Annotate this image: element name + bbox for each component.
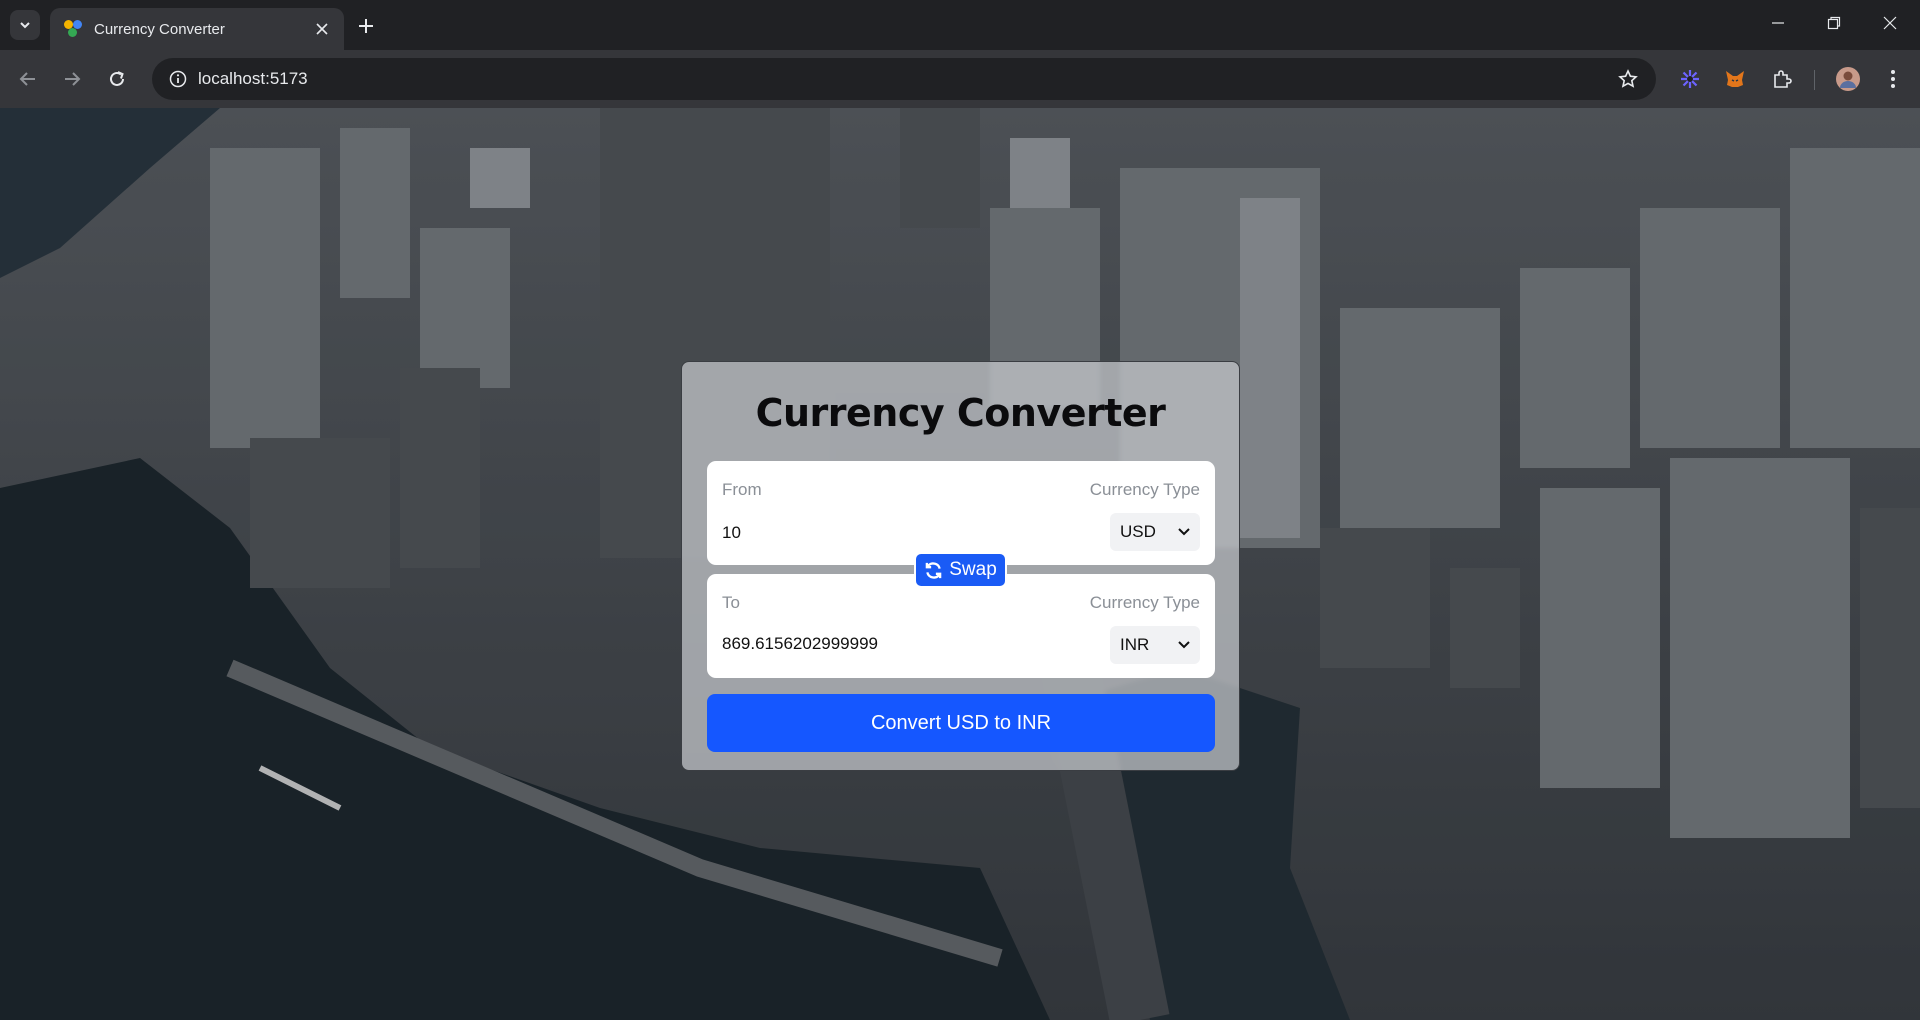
from-amount-input[interactable]: 10 — [722, 517, 1022, 549]
browser-menu-button[interactable] — [1878, 64, 1908, 94]
tab-title: Currency Converter — [94, 20, 225, 38]
converter-card: Currency Converter From Currency Type 10… — [681, 361, 1240, 771]
arrow-right-icon — [65, 72, 81, 86]
tab-search-button[interactable] — [10, 10, 40, 40]
refresh-icon — [925, 561, 942, 579]
to-amount-input[interactable]: 869.6156202999999 — [722, 628, 1022, 660]
from-currency-type-label: Currency Type — [1089, 480, 1200, 499]
extension-puzzle-burst-icon[interactable] — [1675, 64, 1705, 94]
convert-button[interactable]: Convert USD to INR — [707, 694, 1215, 752]
arrow-left-icon — [19, 72, 35, 86]
browser-toolbar: localhost:5173 — [0, 50, 1920, 108]
close-icon — [1883, 16, 1897, 30]
address-bar[interactable]: localhost:5173 — [152, 58, 1656, 100]
to-currency-value: INR — [1120, 635, 1150, 654]
reload-icon — [110, 71, 124, 86]
back-button[interactable] — [13, 64, 43, 94]
chevron-down-icon — [20, 22, 30, 29]
toolbar-divider — [1814, 70, 1815, 90]
more-vert-icon — [1891, 70, 1895, 88]
site-info-icon[interactable] — [158, 58, 198, 100]
plus-icon — [359, 19, 373, 33]
to-label: To — [722, 593, 740, 612]
to-currency-type-label: Currency Type — [1089, 593, 1200, 612]
restore-button[interactable] — [1806, 0, 1862, 46]
from-currency-select[interactable]: USD — [1110, 513, 1200, 551]
metamask-fox-icon[interactable] — [1720, 64, 1750, 94]
to-currency-select[interactable]: INR — [1110, 626, 1200, 664]
extensions-puzzle-icon[interactable] — [1767, 64, 1797, 94]
browser-tab[interactable]: Currency Converter — [50, 8, 344, 50]
restore-icon — [1827, 16, 1841, 30]
tab-close-button[interactable] — [312, 19, 332, 39]
reload-button[interactable] — [102, 64, 132, 94]
from-field-box: From Currency Type 10 USD — [707, 461, 1215, 565]
url-text[interactable]: localhost:5173 — [198, 69, 1608, 89]
close-icon — [316, 23, 328, 35]
page-title: Currency Converter — [755, 391, 1166, 435]
forward-button[interactable] — [57, 64, 87, 94]
from-label: From — [722, 480, 762, 499]
browser-tab-bar: Currency Converter — [0, 0, 1920, 50]
minimize-button[interactable] — [1750, 0, 1806, 46]
swap-button[interactable]: Swap — [914, 552, 1007, 588]
minimize-icon — [1772, 22, 1784, 24]
close-window-button[interactable] — [1862, 0, 1918, 46]
to-field-box: To Currency Type 869.6156202999999 INR — [707, 574, 1215, 678]
app-favicon-icon — [64, 20, 82, 38]
chevron-down-icon — [1178, 528, 1190, 536]
swap-label: Swap — [949, 559, 997, 580]
page-viewport: Currency Converter From Currency Type 10… — [0, 108, 1920, 1020]
new-tab-button[interactable] — [352, 12, 380, 40]
profile-avatar[interactable] — [1833, 64, 1863, 94]
bookmark-star-icon[interactable] — [1608, 58, 1648, 100]
chevron-down-icon — [1178, 641, 1190, 649]
from-currency-value: USD — [1120, 522, 1156, 541]
